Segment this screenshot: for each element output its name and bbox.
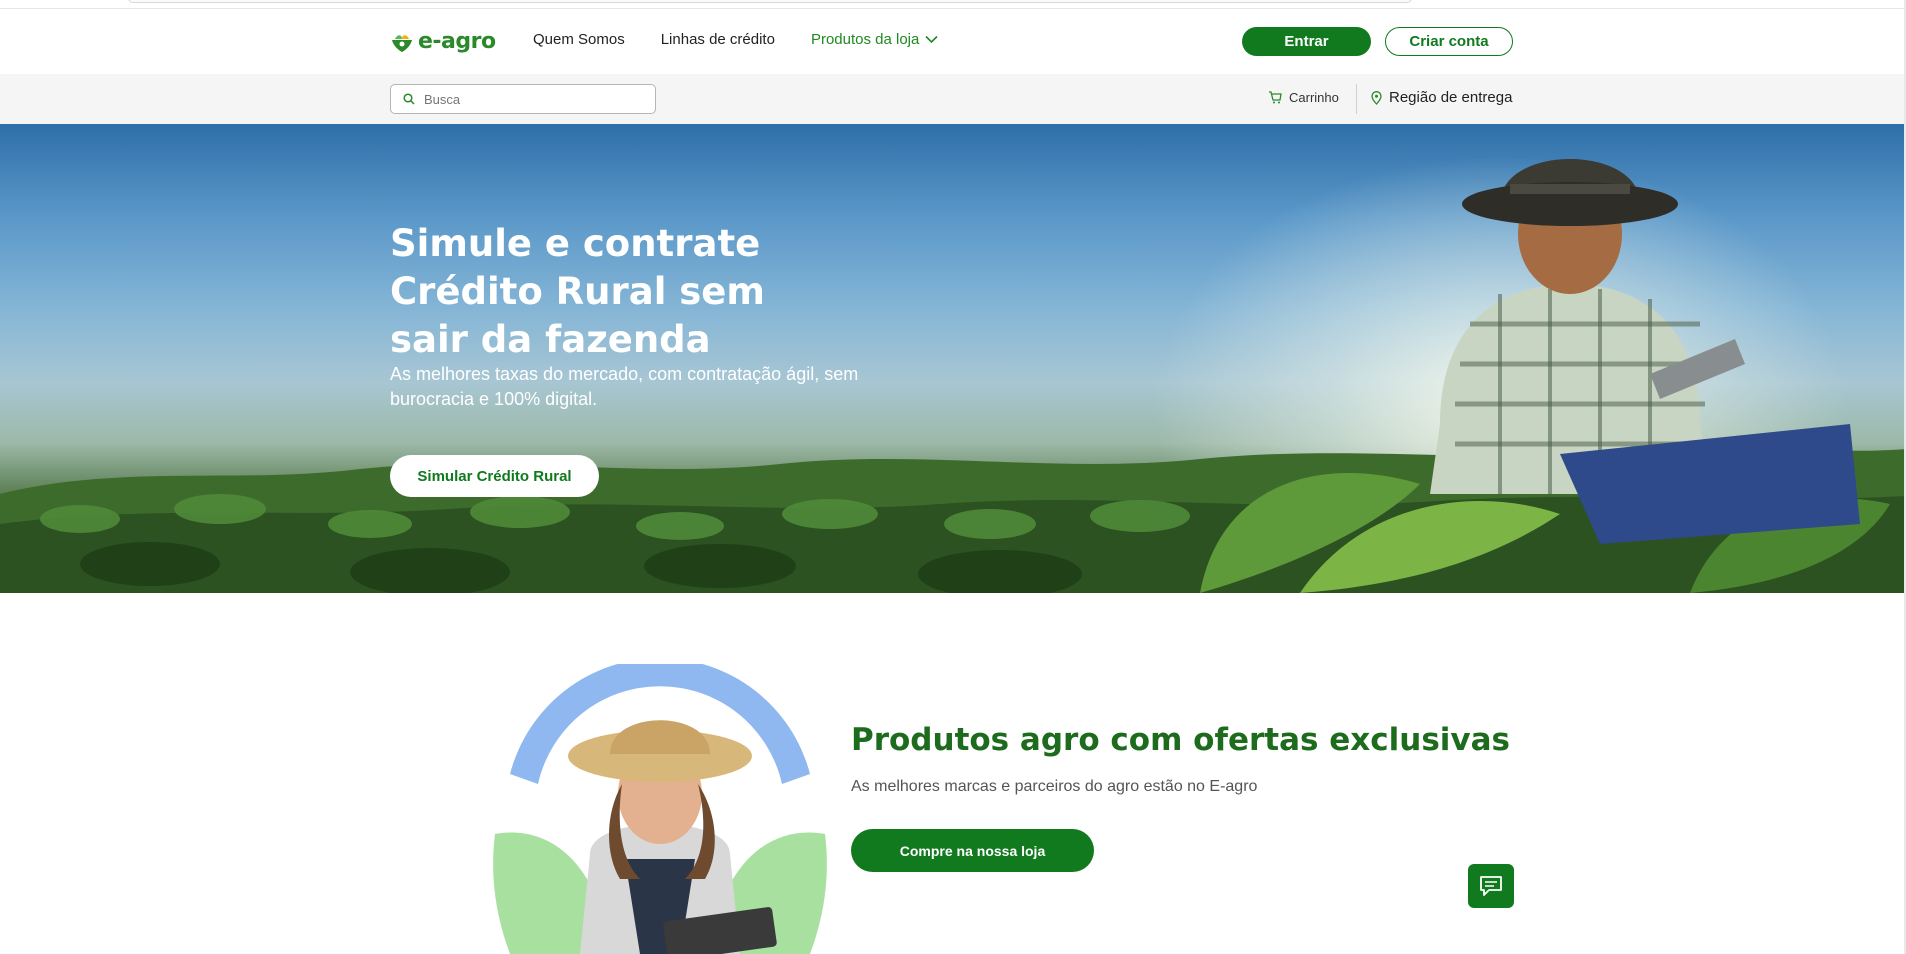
- shop-store-button[interactable]: Compre na nossa loja: [851, 829, 1094, 872]
- promo-woman-image: [493, 664, 827, 954]
- simulate-credit-button[interactable]: Simular Crédito Rural: [390, 455, 599, 497]
- main-navbar: e-agro Quem Somos Linhas de crédito Prod…: [0, 9, 1906, 74]
- search-box[interactable]: [390, 84, 656, 114]
- subbar-divider: [1356, 84, 1357, 114]
- cart-icon: [1269, 91, 1282, 104]
- cart-link[interactable]: Carrinho: [1268, 90, 1339, 105]
- brand-logo[interactable]: e-agro: [390, 29, 496, 54]
- region-label: Região de entrega: [1389, 89, 1513, 106]
- cart-label: Carrinho: [1289, 90, 1339, 105]
- logo-text: e-agro: [418, 29, 496, 54]
- chat-widget-button[interactable]: [1468, 864, 1514, 908]
- nav-dropdown-label: Produtos da loja: [810, 31, 920, 48]
- top-pill: [128, 0, 1412, 3]
- hero-title: Simule e contrate Crédito Rural sem sair…: [390, 222, 765, 361]
- browser-top-strip: [0, 0, 1906, 9]
- logo-leaf-icon: [392, 34, 412, 52]
- nav-dropdown-produtos-da-loja[interactable]: Produtos da loja: [811, 31, 938, 48]
- delivery-region-selector[interactable]: Região de entrega: [1371, 89, 1512, 106]
- hero-subtitle: As melhores taxas do mercado, com contra…: [390, 364, 859, 409]
- secondary-bar: Carrinho Região de entrega: [0, 74, 1906, 124]
- nav-link-quem-somos[interactable]: Quem Somos: [533, 31, 625, 48]
- chevron-down-icon: [925, 35, 938, 44]
- search-input[interactable]: [424, 91, 624, 107]
- primary-nav: Quem Somos Linhas de crédito Produtos da…: [533, 31, 974, 48]
- promo-subtitle: As melhores marcas e parceiros do agro e…: [851, 778, 1258, 795]
- hero-farmer-illustration: [0, 159, 1906, 593]
- hero-banner: Simule e contrate Crédito Rural sem sair…: [0, 124, 1906, 593]
- signup-button[interactable]: Criar conta: [1385, 27, 1513, 56]
- location-pin-icon: [1371, 90, 1382, 105]
- promo-title: Produtos agro com ofertas exclusivas: [851, 722, 1511, 758]
- chat-icon: [1480, 876, 1502, 896]
- search-icon: [403, 93, 415, 105]
- nav-link-linhas-de-credito[interactable]: Linhas de crédito: [661, 31, 775, 48]
- login-button[interactable]: Entrar: [1242, 27, 1371, 56]
- promo-illustration: [490, 664, 830, 954]
